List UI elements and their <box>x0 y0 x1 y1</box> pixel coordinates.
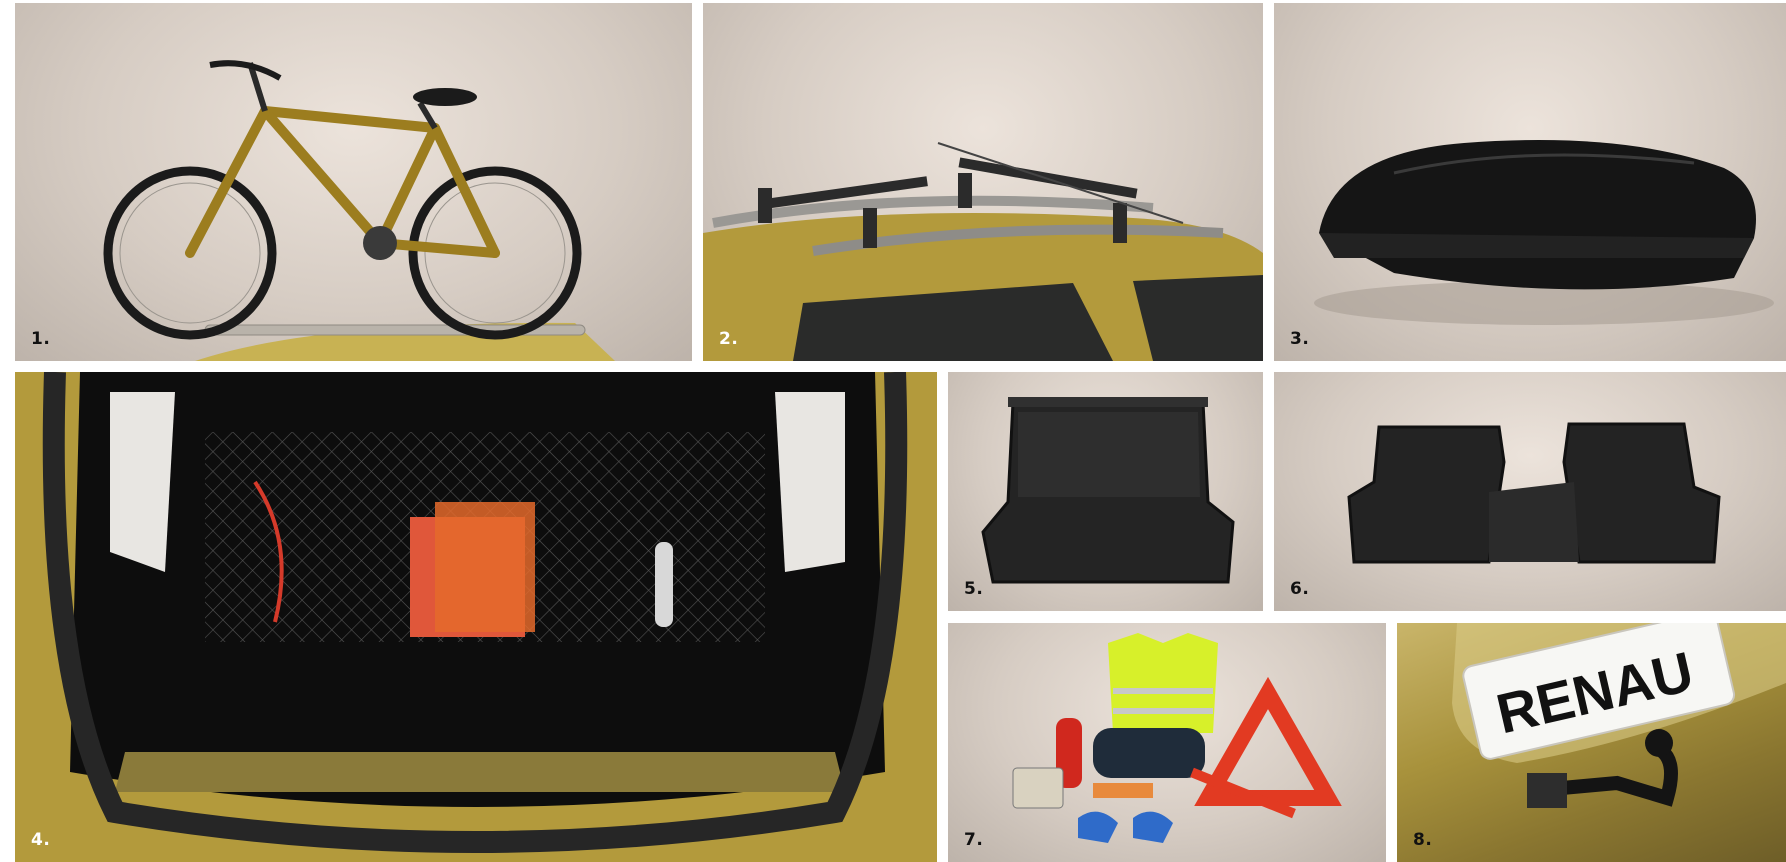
trunk-mat-photo: 5. <box>948 372 1263 611</box>
safety-kit-icon <box>1012 633 1342 843</box>
trunk-net-photo: 4. <box>15 372 937 862</box>
bicycle-carrier-photo: 1. <box>15 3 692 361</box>
floor-mats-icon <box>1347 422 1721 564</box>
roof-box-icon <box>1314 140 1774 325</box>
bicycle-icon <box>103 60 615 361</box>
safety-kit-photo: 7. <box>948 623 1386 862</box>
trunk-mat-icon <box>981 397 1235 584</box>
item-number-label: 4. <box>31 830 51 850</box>
tow-bar-photo: RENAU 8. <box>1397 623 1786 862</box>
item-number-label: 1. <box>31 329 51 349</box>
roof-bars-photo: 2. <box>703 3 1263 361</box>
roof-bars-icon <box>703 142 1263 361</box>
cargo-net-icon <box>15 372 937 862</box>
item-number-label: 5. <box>964 579 984 599</box>
item-number-label: 2. <box>719 329 739 349</box>
item-number-label: 8. <box>1413 830 1433 850</box>
item-number-label: 6. <box>1290 579 1310 599</box>
floor-mats-photo: 6. <box>1274 372 1786 611</box>
item-number-label: 7. <box>964 830 984 850</box>
item-number-label: 3. <box>1290 329 1310 349</box>
roof-box-photo: 3. <box>1274 3 1786 361</box>
tow-bar-icon: RENAU <box>1452 623 1786 808</box>
